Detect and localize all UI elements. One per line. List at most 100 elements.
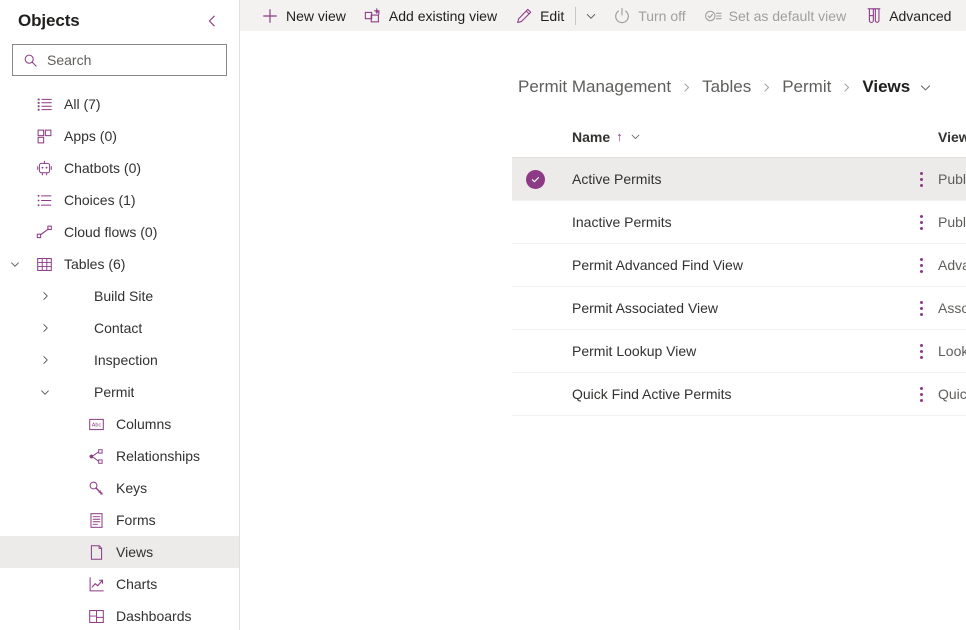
view-type-label: Quick Find View: [938, 386, 966, 402]
sidebar-item-tables-6[interactable]: Tables (6): [0, 248, 239, 280]
command-turn-off: Turn off: [604, 0, 694, 31]
table-row[interactable]: Quick Find Active Permits Quick Find View…: [512, 373, 966, 416]
view-type-label: Lookup View: [938, 343, 966, 359]
chevron-right-icon[interactable]: [30, 322, 60, 334]
row-menu-cell: [904, 294, 938, 322]
cell-name[interactable]: Permit Associated View: [572, 300, 904, 316]
sidebar-item-label: Keys: [116, 480, 148, 496]
command-advanced-chevron-down-icon[interactable]: [960, 0, 966, 31]
sidebar-item-choices-1[interactable]: Choices (1): [0, 184, 239, 216]
cell-view-type: Public View: [938, 214, 966, 230]
more-vertical-icon[interactable]: [909, 165, 933, 193]
chatbot-icon: [30, 160, 58, 177]
table-row[interactable]: Permit Advanced Find View Advanced Find V…: [512, 244, 966, 287]
search-icon: [21, 51, 39, 69]
check-circle-icon[interactable]: [526, 169, 545, 189]
sidebar-item-columns[interactable]: Abc Columns: [0, 408, 239, 440]
more-vertical-icon[interactable]: [909, 251, 933, 279]
sidebar-item-label: Apps (0): [64, 128, 117, 144]
table-row[interactable]: Permit Associated View Associated Viewdef…: [512, 287, 966, 330]
app-root: Objects All (7) Apps (0) Chatbots (0) Choic…: [0, 0, 966, 630]
breadcrumb-chevron-down-icon[interactable]: [919, 81, 932, 94]
sidebar-item-build-site[interactable]: Build Site: [0, 280, 239, 312]
sidebar-header: Objects: [0, 0, 239, 40]
command-advanced[interactable]: Advanced: [855, 0, 960, 31]
add-existing-icon: [364, 7, 382, 25]
sidebar-item-cloud-flows-0[interactable]: Cloud flows (0): [0, 216, 239, 248]
sidebar-item-apps-0[interactable]: Apps (0): [0, 120, 239, 152]
command-label: Turn off: [638, 7, 686, 24]
svg-text:Abc: Abc: [91, 422, 101, 428]
sidebar-item-label: Charts: [116, 576, 158, 592]
sidebar-item-contact[interactable]: Contact: [0, 312, 239, 344]
row-menu-cell: [904, 380, 938, 408]
cell-name[interactable]: Active Permits: [572, 171, 904, 187]
sidebar-item-label: Build Site: [94, 288, 154, 304]
row-select-cell[interactable]: [512, 169, 572, 189]
sidebar-item-inspection[interactable]: Inspection: [0, 344, 239, 376]
table-icon: [30, 256, 58, 273]
command-label: New view: [286, 7, 346, 24]
more-vertical-icon[interactable]: [909, 380, 933, 408]
sidebar-item-charts[interactable]: Charts: [0, 568, 239, 600]
column-header-view-type[interactable]: View type: [938, 129, 966, 145]
more-vertical-icon[interactable]: [909, 337, 933, 365]
view-type-label: Advanced Find View: [938, 257, 966, 273]
chevron-right-icon[interactable]: [30, 354, 60, 366]
sidebar-item-relationships[interactable]: Relationships: [0, 440, 239, 472]
search-box[interactable]: [12, 44, 227, 76]
view-type-label: Associated View: [938, 300, 966, 316]
sidebar-item-permit[interactable]: Permit: [0, 376, 239, 408]
plus-icon: [261, 7, 279, 25]
sidebar-item-all-7[interactable]: All (7): [0, 88, 239, 120]
sidebar-item-label: All (7): [64, 96, 101, 112]
more-vertical-icon[interactable]: [909, 208, 933, 236]
breadcrumb-item-tables[interactable]: Tables: [702, 77, 751, 97]
sidebar-item-label: Cloud flows (0): [64, 224, 158, 240]
chevron-right-icon[interactable]: [30, 290, 60, 302]
cell-name[interactable]: Inactive Permits: [572, 214, 904, 230]
table-row[interactable]: Active Permits Public Viewdefault: [512, 158, 966, 201]
chevron-down-icon[interactable]: [30, 386, 60, 398]
command-edit-chevron-down-icon[interactable]: [578, 0, 604, 31]
list-all-icon: [30, 96, 58, 113]
sidebar-item-label: Columns: [116, 416, 172, 432]
chevron-left-icon[interactable]: [201, 10, 223, 32]
sidebar-item-views[interactable]: Views: [0, 536, 239, 568]
table-row[interactable]: Inactive Permits Public View: [512, 201, 966, 244]
command-edit[interactable]: Edit: [506, 0, 573, 31]
cell-name[interactable]: Quick Find Active Permits: [572, 386, 904, 402]
sidebar-nav: All (7) Apps (0) Chatbots (0) Choices (1) Cl…: [0, 88, 239, 630]
command-label: Advanced: [889, 7, 952, 24]
view-type-label: Public View: [938, 214, 966, 230]
sidebar-item-forms[interactable]: Forms: [0, 504, 239, 536]
sidebar-item-label: Contact: [94, 320, 143, 336]
chevron-down-icon[interactable]: [630, 131, 641, 142]
cell-name[interactable]: Permit Advanced Find View: [572, 257, 904, 273]
sidebar-item-label: Choices (1): [64, 192, 136, 208]
sidebar-item-label: Permit: [94, 384, 135, 400]
search-input[interactable]: [47, 52, 218, 68]
row-menu-cell: [904, 337, 938, 365]
chevron-down-icon[interactable]: [0, 258, 30, 270]
sidebar-item-label: Views: [116, 544, 154, 560]
command-add-existing-view[interactable]: Add existing view: [355, 0, 506, 31]
breadcrumb-item-permit[interactable]: Permit: [782, 77, 831, 97]
breadcrumb-item-permit-management[interactable]: Permit Management: [518, 77, 671, 97]
pencil-icon: [515, 7, 533, 25]
sidebar-item-keys[interactable]: Keys: [0, 472, 239, 504]
sidebar-item-dashboards[interactable]: Dashboards: [0, 600, 239, 630]
command-set-as-default-view: Set as default view: [695, 0, 856, 31]
cell-name[interactable]: Permit Lookup View: [572, 343, 904, 359]
more-vertical-icon[interactable]: [909, 294, 933, 322]
table-row[interactable]: Permit Lookup View Lookup Viewdefault: [512, 330, 966, 373]
row-menu-cell: [904, 251, 938, 279]
column-header-name-label: Name: [572, 128, 611, 145]
main-content: New view Add existing view Edit Turn off Set…: [240, 0, 966, 630]
breadcrumb-item-views: Views: [862, 77, 911, 96]
grid-body: Active Permits Public Viewdefault Inactive…: [512, 158, 966, 416]
column-header-name[interactable]: Name ↑: [572, 129, 904, 145]
sidebar-item-label: Forms: [116, 512, 156, 528]
command-new-view[interactable]: New view: [252, 0, 355, 31]
sidebar-item-chatbots-0[interactable]: Chatbots (0): [0, 152, 239, 184]
